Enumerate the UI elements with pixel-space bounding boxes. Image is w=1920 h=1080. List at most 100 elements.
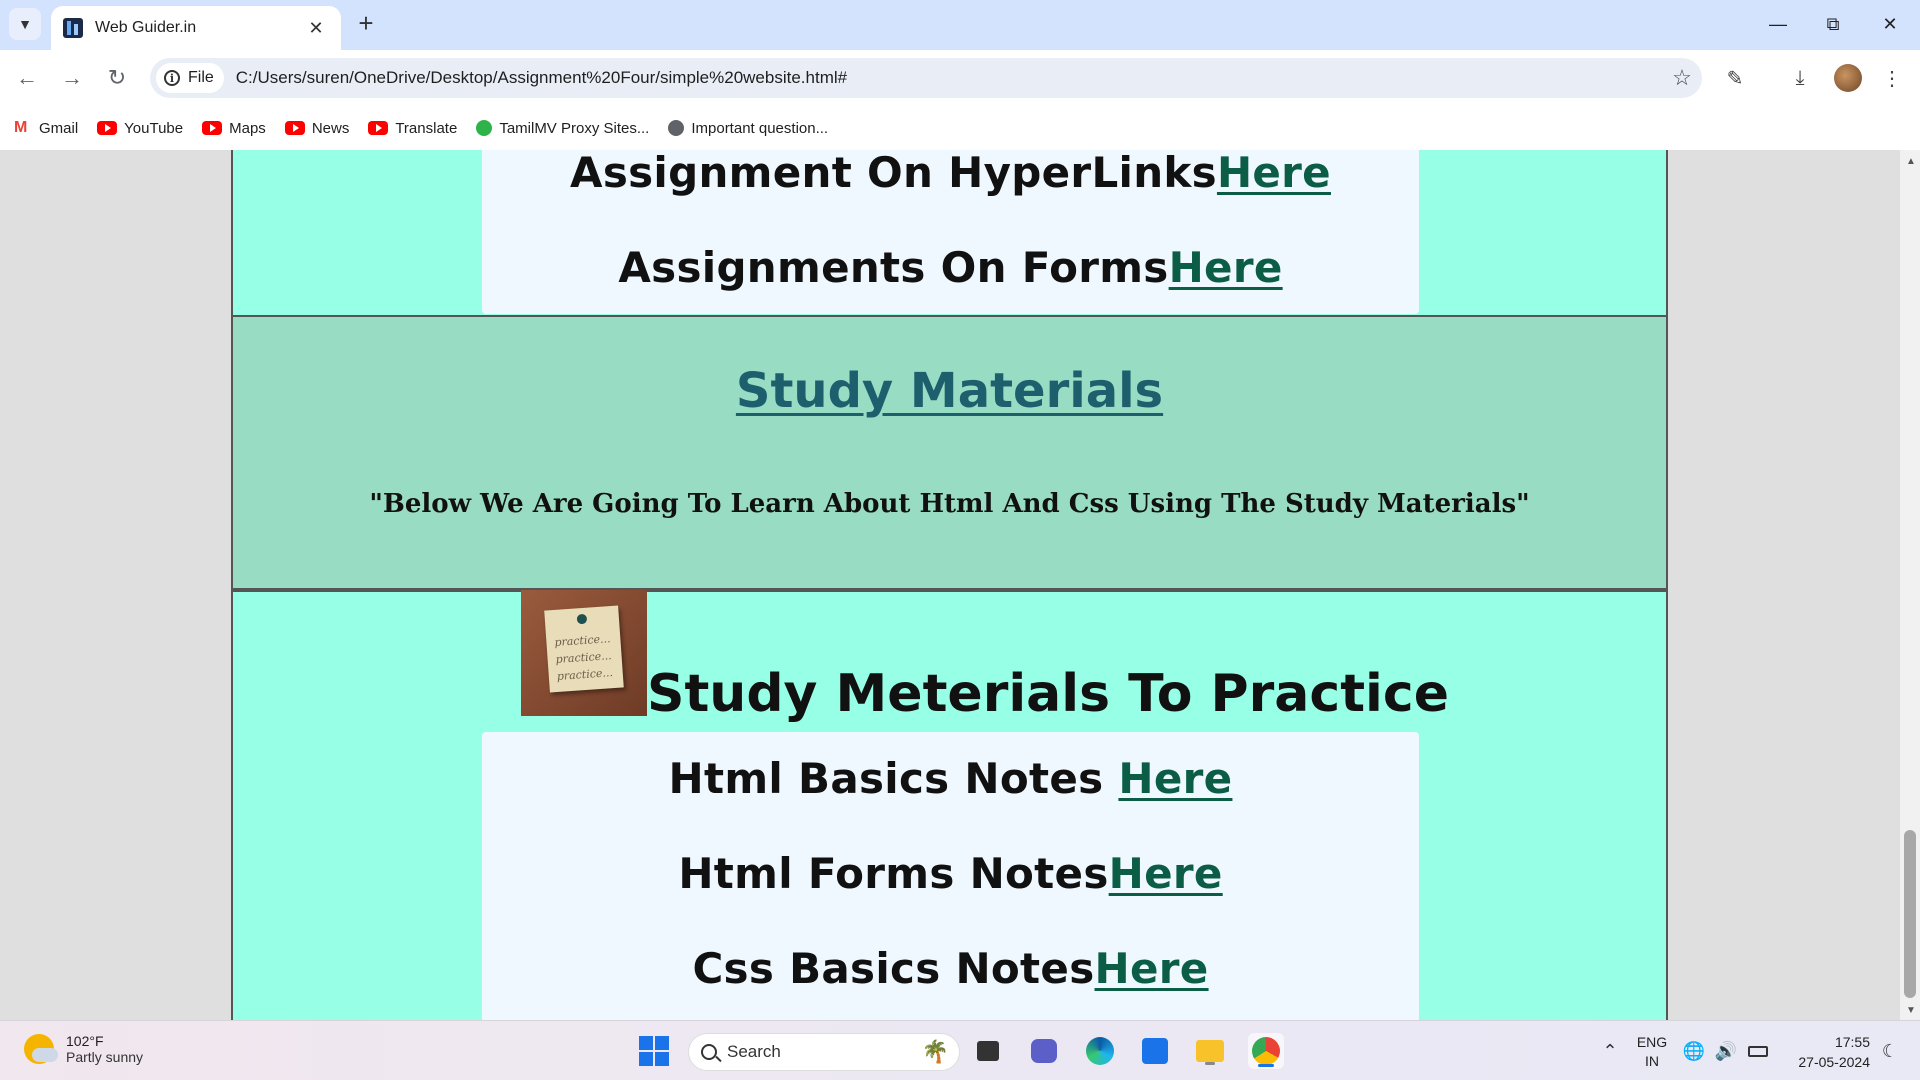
weather-widget[interactable]: 102°F Partly sunny	[24, 1033, 143, 1065]
store-button[interactable]	[1137, 1033, 1173, 1069]
url-text[interactable]: C:/Users/suren/OneDrive/Desktop/Assignme…	[236, 68, 1662, 88]
site-favicon-icon	[63, 18, 83, 38]
search-placeholder: Search	[727, 1042, 781, 1061]
extensions-icon[interactable]: ✎	[1719, 62, 1751, 94]
bookmark-label: Maps	[229, 119, 266, 137]
chrome-icon	[1252, 1037, 1280, 1065]
store-icon	[1142, 1038, 1168, 1064]
partly-sunny-icon	[24, 1034, 58, 1064]
weather-description: Partly sunny	[66, 1049, 144, 1065]
menu-kebab-icon[interactable]: ⋮	[1876, 62, 1908, 94]
close-window-button[interactable]: ✕	[1870, 8, 1910, 40]
assignment-hyperlinks-text: Assignment On HyperLinks	[570, 150, 1217, 197]
network-icon[interactable]: 🌐	[1680, 1033, 1708, 1069]
reload-button[interactable]: ↻	[101, 62, 133, 94]
search-icon	[701, 1044, 717, 1060]
site-info-chip[interactable]: i File	[156, 63, 224, 93]
bookmark-tamilmv[interactable]: TamilMV Proxy Sites...	[476, 120, 649, 137]
bookmark-star-icon[interactable]: ☆	[1662, 65, 1702, 91]
show-hidden-icons-button[interactable]: ⌃	[1592, 1033, 1628, 1069]
teams-button[interactable]	[1026, 1033, 1062, 1069]
practice-panel: practice... practice... practice... Stud…	[231, 590, 1668, 1020]
restore-button[interactable]: ⧉	[1813, 8, 1853, 40]
tab-title: Web Guider.in	[95, 19, 197, 36]
battery-icon[interactable]	[1744, 1033, 1772, 1069]
start-button[interactable]	[636, 1033, 672, 1069]
youtube-icon	[97, 121, 118, 135]
notifications-icon[interactable]: ☾	[1876, 1033, 1904, 1069]
folder-icon	[1196, 1040, 1224, 1062]
pushpin-icon	[576, 613, 588, 625]
browser-tab[interactable]: Web Guider.in ✕	[51, 6, 341, 50]
study-materials-quote: "Below We Are Going To Learn About Html …	[369, 489, 1530, 519]
bookmark-label: TamilMV Proxy Sites...	[499, 119, 650, 137]
task-view-icon	[977, 1041, 999, 1061]
bookmark-translate[interactable]: Translate	[368, 120, 457, 137]
forward-button[interactable]: →	[56, 62, 88, 94]
bookmark-label: YouTube	[124, 119, 184, 137]
assignment-hyperlinks-heading: Assignment On HyperLinksHere	[482, 150, 1419, 197]
youtube-icon	[368, 121, 389, 135]
profile-avatar[interactable]	[1834, 64, 1862, 92]
html-forms-link[interactable]: Here	[1109, 849, 1223, 898]
minimize-button[interactable]: —	[1758, 8, 1798, 40]
assignment-hyperlinks-link[interactable]: Here	[1217, 150, 1331, 197]
assignment-forms-link[interactable]: Here	[1169, 243, 1283, 292]
html-basics-heading: Html Basics Notes Here	[482, 754, 1419, 803]
scroll-up-arrow-icon[interactable]: ▲	[1906, 156, 1916, 167]
battery-shape	[1748, 1045, 1768, 1057]
assignments-box: Assignment On HyperLinksHere Assignments…	[482, 150, 1419, 314]
study-materials-title-link[interactable]: Study Materials	[233, 363, 1666, 419]
chrome-button[interactable]	[1248, 1033, 1284, 1069]
practice-note-image: practice... practice... practice...	[521, 590, 647, 716]
note-text: practice... practice... practice...	[554, 630, 614, 685]
bookmark-label: Translate	[395, 119, 458, 137]
html-basics-link[interactable]: Here	[1118, 754, 1232, 803]
bookmark-youtube[interactable]: YouTube	[97, 120, 183, 137]
navigation-bar: ← → ↻ i File C:/Users/suren/OneDrive/Des…	[0, 50, 1920, 106]
clock-date: 27-05-2024	[1798, 1054, 1870, 1070]
tamilmv-icon	[476, 120, 493, 136]
bookmark-maps[interactable]: Maps	[202, 120, 266, 137]
bookmarks-bar: M Gmail YouTube Maps News Translate Tami…	[0, 106, 1920, 150]
gmail-icon: M	[14, 119, 28, 136]
running-indicator	[1205, 1062, 1215, 1065]
vertical-scrollbar[interactable]: ▲ ▼	[1900, 150, 1920, 1020]
tab-search-button[interactable]: ▼	[9, 8, 41, 40]
taskbar: 102°F Partly sunny Search 🌴 ⌃ ENG IN 🌐 🔊	[0, 1020, 1920, 1080]
globe-icon	[668, 120, 685, 136]
clock-time: 17:55	[1834, 1034, 1870, 1050]
system-clock[interactable]: 17:55 27-05-2024	[1780, 1032, 1870, 1072]
volume-icon[interactable]: 🔊	[1712, 1033, 1740, 1069]
css-basics-heading: Css Basics NotesHere	[482, 944, 1419, 993]
scroll-down-arrow-icon[interactable]: ▼	[1906, 1005, 1916, 1016]
file-explorer-button[interactable]	[1192, 1033, 1228, 1069]
bookmark-gmail[interactable]: M Gmail	[14, 120, 78, 137]
language-code: ENG	[1636, 1034, 1668, 1050]
back-button[interactable]: ←	[11, 62, 43, 94]
youtube-icon	[202, 121, 223, 135]
task-view-button[interactable]	[970, 1033, 1006, 1069]
close-tab-icon[interactable]: ✕	[305, 18, 327, 39]
language-indicator[interactable]: ENG IN	[1636, 1033, 1668, 1071]
note-line: practice...	[556, 666, 614, 683]
bookmark-important-question[interactable]: Important question...	[668, 120, 828, 137]
address-bar[interactable]: i File C:/Users/suren/OneDrive/Desktop/A…	[150, 58, 1702, 98]
edge-icon	[1086, 1037, 1114, 1065]
chevron-down-icon: ▼	[18, 16, 32, 32]
teams-icon	[1031, 1039, 1057, 1063]
bookmark-label: Gmail	[39, 119, 79, 137]
taskbar-search[interactable]: Search 🌴	[688, 1033, 960, 1071]
bookmark-news[interactable]: News	[284, 120, 349, 137]
edge-button[interactable]	[1082, 1033, 1118, 1069]
html-forms-heading: Html Forms NotesHere	[482, 849, 1419, 898]
download-icon[interactable]: ⤓	[1784, 62, 1816, 94]
assignment-forms-text: Assignments On Forms	[618, 243, 1169, 292]
assignment-forms-heading: Assignments On FormsHere	[482, 243, 1419, 292]
css-basics-link[interactable]: Here	[1095, 944, 1209, 993]
new-tab-button[interactable]: +	[352, 10, 380, 38]
youtube-icon	[284, 121, 305, 135]
html-forms-text: Html Forms Notes	[678, 849, 1109, 898]
css-basics-text: Css Basics Notes	[692, 944, 1095, 993]
scrollbar-thumb[interactable]	[1904, 830, 1916, 998]
